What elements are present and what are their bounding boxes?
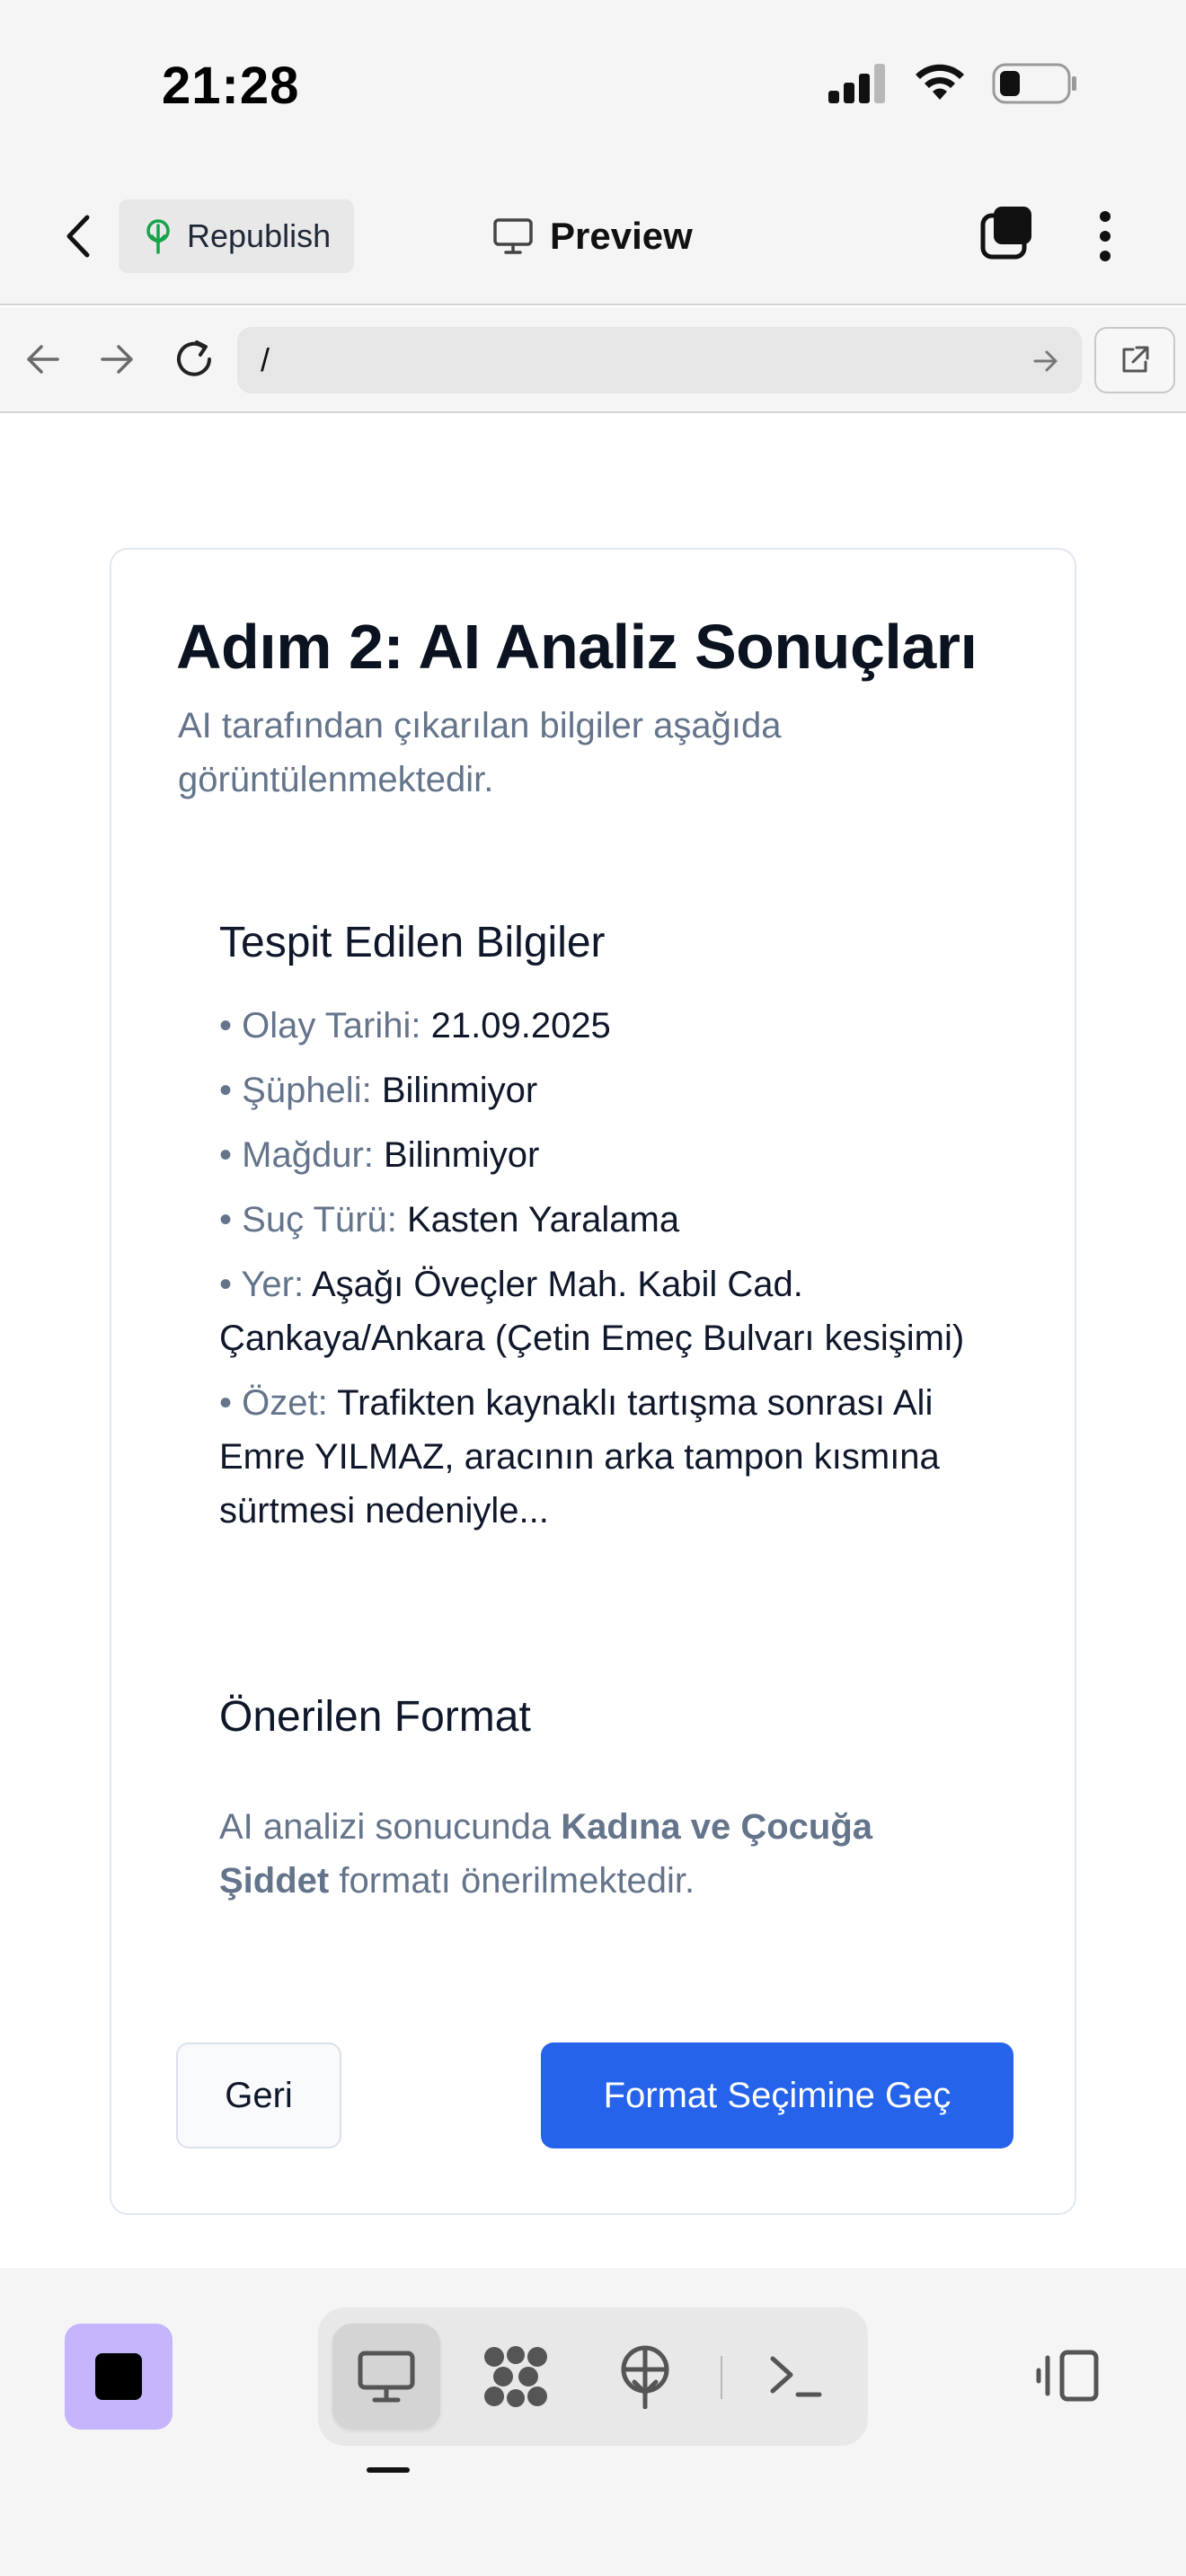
analysis-card: Adım 2: AI Analiz Sonuçları AI tarafında… (110, 548, 1076, 2215)
preview-label: Preview (550, 215, 693, 257)
terminal-icon (770, 2356, 822, 2397)
list-item: • Suç Türü: Kasten Yaralama (219, 1193, 992, 1247)
bullet: • (219, 1383, 233, 1423)
list-item: • Şüpheli: Bilinmiyor (219, 1063, 992, 1117)
bullet: • (219, 1200, 233, 1239)
more-dot (1100, 231, 1111, 242)
app-grid-button[interactable] (462, 2324, 570, 2430)
nav-back-button[interactable] (16, 332, 70, 386)
more-dot (1100, 211, 1111, 222)
card-title: Adım 2: AI Analiz Sonuçları (176, 612, 978, 682)
preview-view-button[interactable] (332, 2324, 440, 2430)
format-text-before: AI analizi sonucunda (219, 1807, 552, 1847)
app-header: Republish Preview (0, 171, 1186, 305)
stop-icon (95, 2353, 142, 2400)
republish-label: Republish (187, 217, 332, 254)
panel-toggle-icon (1036, 2350, 1099, 2402)
monitor-icon (358, 2351, 415, 2403)
list-item: • Olay Tarihi: 21.09.2025 (219, 999, 992, 1053)
info-value: 21.09.2025 (430, 1006, 611, 1045)
browser-bar: / (0, 307, 1186, 413)
more-options-button[interactable] (1078, 205, 1132, 268)
status-icons (828, 63, 1078, 104)
tabs-button[interactable] (979, 205, 1042, 268)
republish-button[interactable]: Republish (119, 199, 354, 273)
status-time: 21:28 (162, 57, 300, 115)
bottom-toolbar (0, 2268, 1186, 2576)
format-text-after: formatı önerilmektedir. (339, 1861, 695, 1901)
info-key: Mağdur: (242, 1135, 374, 1175)
detected-info-title: Tespit Edilen Bilgiler (219, 919, 606, 966)
console-view-button[interactable] (742, 2324, 850, 2430)
tabs-icon (980, 207, 1031, 260)
bullet: • (219, 1071, 233, 1110)
suggested-format-text: AI analizi sonucunda Kadına ve Çocuğa Şi… (219, 1800, 992, 1908)
preview-title[interactable]: Preview (492, 205, 693, 268)
info-key: Yer: (241, 1265, 305, 1304)
view-switcher (318, 2307, 868, 2446)
list-item: • Özet: Trafikten kaynaklı tartışma sonr… (219, 1376, 992, 1538)
detected-info-list: • Olay Tarihi: 21.09.2025 • Şüpheli: Bil… (219, 999, 992, 1548)
info-key: Özet: (242, 1383, 328, 1423)
external-link-icon (1122, 346, 1149, 373)
card-subtitle: AI tarafından çıkarılan bilgiler aşağıda… (178, 706, 782, 799)
back-button[interactable] (50, 205, 104, 268)
back-step-button[interactable]: Geri (176, 2042, 341, 2148)
info-value: Kasten Yaralama (406, 1200, 680, 1239)
arrow-right-icon (101, 345, 133, 374)
panel-toggle-button[interactable] (1031, 2340, 1103, 2412)
preview-content: Adım 2: AI Analiz Sonuçları AI tarafında… (0, 413, 1186, 2268)
more-dot (1100, 251, 1111, 261)
publish-view-button[interactable] (591, 2324, 699, 2430)
nav-forward-button[interactable] (90, 332, 144, 386)
list-item: • Mağdur: Bilinmiyor (219, 1128, 992, 1182)
info-key: Olay Tarihi: (242, 1006, 421, 1045)
bullet: • (219, 1265, 233, 1304)
publish-icon (621, 2345, 669, 2409)
app-grid-icon (484, 2346, 547, 2407)
info-key: Suç Türü: (242, 1200, 397, 1239)
reload-button[interactable] (167, 332, 221, 386)
info-value: Aşağı Öveçler Mah. Kabil Cad. Çankaya/An… (219, 1265, 965, 1358)
url-input[interactable]: / (237, 327, 1082, 393)
url-go-button[interactable] (1024, 340, 1067, 383)
info-value: Trafikten kaynaklı tartışma sonrası Ali … (219, 1383, 940, 1531)
go-to-format-selection-button[interactable]: Format Seçimine Geç (541, 2042, 1013, 2148)
bullet: • (219, 1006, 233, 1045)
status-bar: 21:28 (0, 0, 1186, 171)
info-value: Bilinmiyor (384, 1135, 540, 1175)
url-text: / (261, 341, 270, 378)
active-view-indicator (367, 2467, 410, 2473)
suggested-format-title: Önerilen Format (219, 1693, 531, 1741)
list-item: • Yer: Aşağı Öveçler Mah. Kabil Cad. Çan… (219, 1257, 992, 1365)
stop-button[interactable] (65, 2324, 173, 2430)
wifi-icon (916, 64, 964, 100)
toolbar-divider (721, 2356, 722, 2399)
open-external-button[interactable] (1094, 327, 1175, 393)
reload-icon (177, 340, 211, 376)
monitor-icon (493, 218, 533, 254)
info-key: Şüpheli: (242, 1071, 372, 1110)
arrow-left-icon (27, 345, 59, 374)
battery-icon (992, 63, 1076, 104)
info-value: Bilinmiyor (381, 1071, 538, 1110)
bullet: • (219, 1135, 233, 1175)
republish-icon (146, 219, 170, 254)
cellular-signal-icon (828, 64, 885, 103)
arrow-right-icon (1033, 350, 1058, 372)
chevron-left-icon (66, 215, 90, 258)
